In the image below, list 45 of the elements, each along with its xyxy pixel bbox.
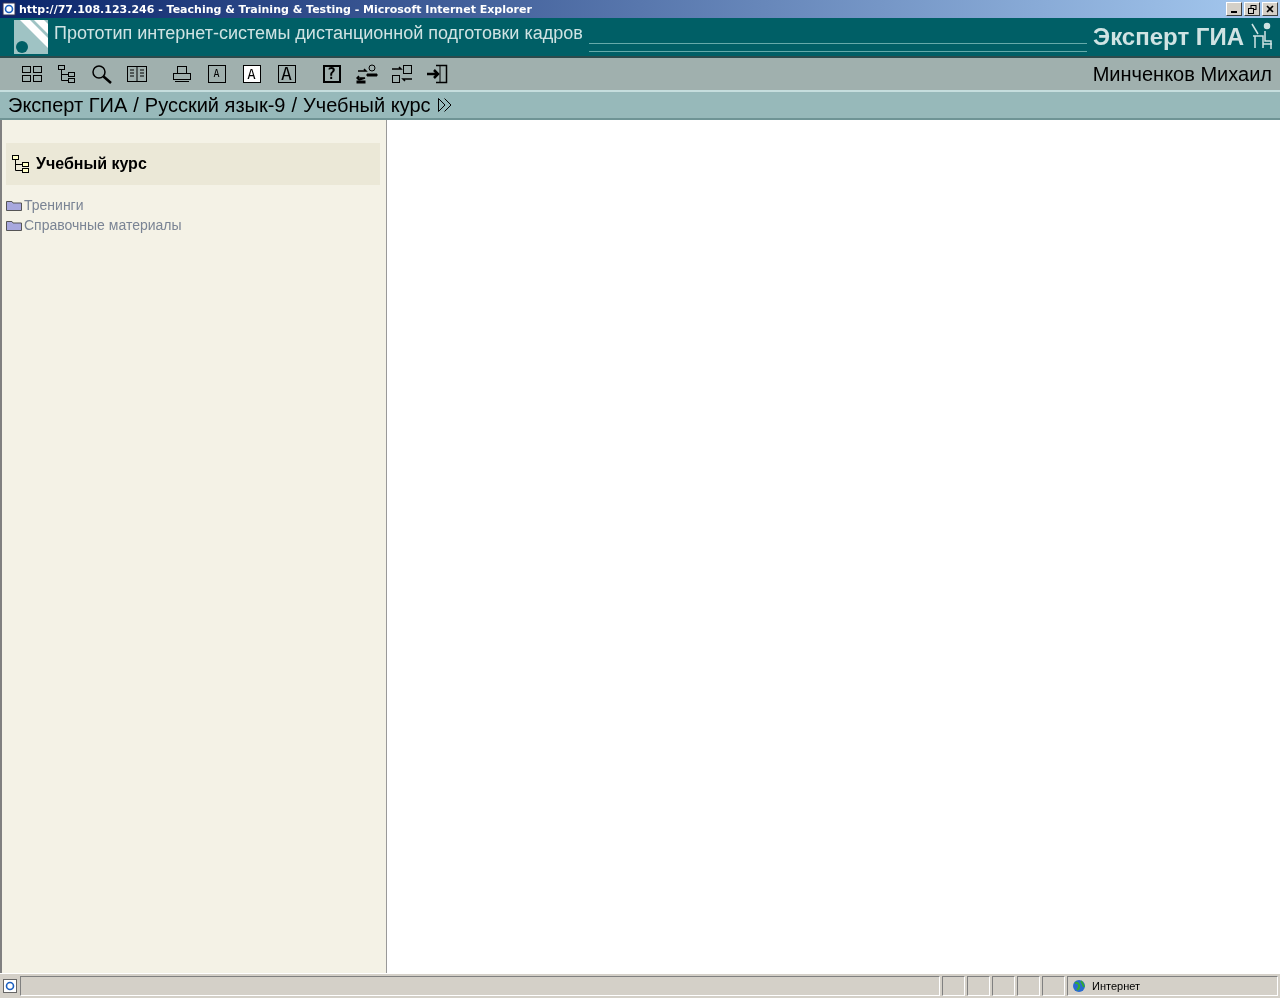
zone-label: Интернет <box>1092 980 1140 992</box>
breadcrumb-item[interactable]: Учебный курс <box>303 93 431 117</box>
brand-name: Эксперт ГИА <box>1093 23 1244 51</box>
toolbar-button[interactable]: A <box>271 61 302 87</box>
exit-door-icon <box>425 64 448 84</box>
toolbar-button[interactable]: A <box>201 61 232 87</box>
font-size-icon: A <box>242 65 261 83</box>
restore-icon <box>1247 4 1257 14</box>
font-size-icon: A <box>207 65 226 83</box>
user-name: Минченков Михаил <box>1092 62 1272 86</box>
status-pane <box>967 976 990 996</box>
restore-button[interactable] <box>1244 2 1260 16</box>
book-icon <box>125 65 148 83</box>
double-arrow-icon[interactable] <box>436 97 453 113</box>
folder-icon <box>6 219 22 231</box>
printer-icon <box>171 65 192 83</box>
breadcrumb-separator: / <box>133 93 139 117</box>
person-at-desk-icon <box>1250 22 1274 52</box>
status-pane <box>1017 976 1040 996</box>
help-icon: ? <box>322 65 341 83</box>
toolbar-button[interactable]: A <box>236 61 267 87</box>
close-button[interactable] <box>1262 2 1278 16</box>
swap-users-icon <box>355 64 378 84</box>
site-subtitle: Прототип интернет-системы дистанционной подготовки кадров <box>54 23 583 44</box>
toolbar-button[interactable]: ? <box>316 61 347 87</box>
window-title: http://77.108.123.246 - Teaching & Training & Testing - Microsoft Internet Explorer <box>19 2 532 16</box>
tree-icon <box>56 64 77 84</box>
breadcrumb-item[interactable]: Русский язык-9 <box>144 93 286 117</box>
folder-icon <box>6 199 22 211</box>
breadcrumb-item[interactable]: Эксперт ГИА <box>8 93 128 117</box>
minimize-button[interactable] <box>1226 2 1242 16</box>
status-pane <box>942 976 965 996</box>
sidebar-title: Учебный курс <box>36 155 147 173</box>
page-icon <box>2 978 18 994</box>
status-pane <box>1042 976 1065 996</box>
grid-icon <box>20 65 43 83</box>
font-size-icon: A <box>277 65 296 83</box>
breadcrumb-separator: / <box>291 93 298 117</box>
close-icon <box>1266 5 1274 13</box>
status-pane <box>992 976 1015 996</box>
exchange-icon <box>390 64 413 84</box>
search-icon <box>90 64 113 84</box>
tree-icon <box>11 154 31 174</box>
browser-icon <box>2 2 16 16</box>
globe-icon <box>1072 979 1086 993</box>
